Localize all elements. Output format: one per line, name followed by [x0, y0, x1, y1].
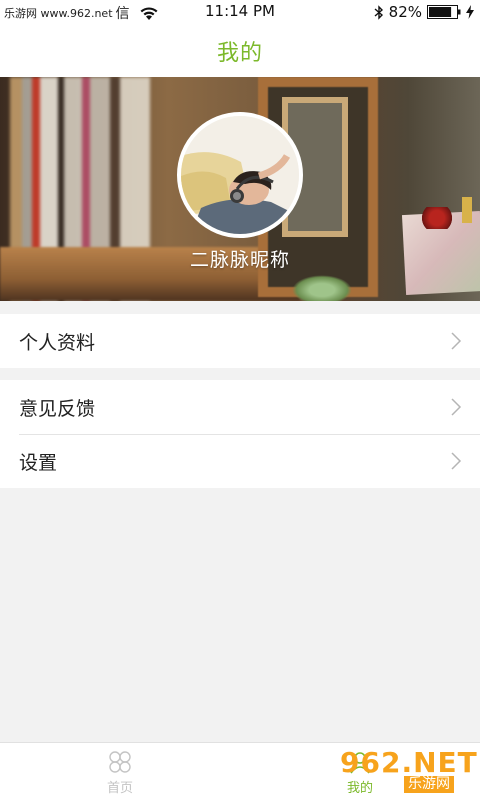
- menu-item-profile[interactable]: 个人资料: [0, 314, 480, 368]
- plant-background: [292, 275, 352, 301]
- chevron-right-icon: [451, 332, 462, 350]
- page-title: 我的: [216, 40, 263, 66]
- menu-item-label: 个人资料: [19, 331, 96, 354]
- user-nickname[interactable]: 二脉脉昵称: [0, 245, 480, 272]
- menu-item-label: 意见反馈: [19, 397, 96, 420]
- watermark-logo-top: 962.NET: [340, 745, 478, 779]
- menu-item-settings[interactable]: 设置: [0, 434, 480, 488]
- tab-home-label: 首页: [106, 780, 133, 796]
- menu-group-profile: 个人资料: [0, 314, 480, 368]
- status-bar: 乐游网 www.962.net 信 11:14 PM 82%: [0, 0, 480, 24]
- battery-percent: 82%: [388, 3, 422, 21]
- battery-icon: [427, 5, 461, 19]
- menu-group-settings: 意见反馈 设置: [0, 380, 480, 488]
- avatar-image: [181, 116, 299, 234]
- menu-item-label: 设置: [19, 451, 58, 474]
- chevron-right-icon: [451, 452, 462, 470]
- flower-background: [422, 207, 452, 229]
- avatar[interactable]: [177, 112, 303, 238]
- chevron-right-icon: [451, 398, 462, 416]
- watermark-logo: 962.NET 乐游网: [340, 745, 478, 794]
- status-right: 82%: [374, 3, 474, 21]
- tab-home[interactable]: 首页: [60, 743, 180, 800]
- charging-icon: [466, 5, 474, 19]
- bluetooth-icon: [374, 4, 383, 20]
- watermark-logo-bottom: 乐游网: [404, 775, 454, 793]
- title-bar: 我的: [0, 24, 480, 77]
- home-clover-icon: [109, 750, 131, 773]
- menu-item-feedback[interactable]: 意见反馈: [0, 380, 480, 434]
- clip-background: [462, 197, 472, 223]
